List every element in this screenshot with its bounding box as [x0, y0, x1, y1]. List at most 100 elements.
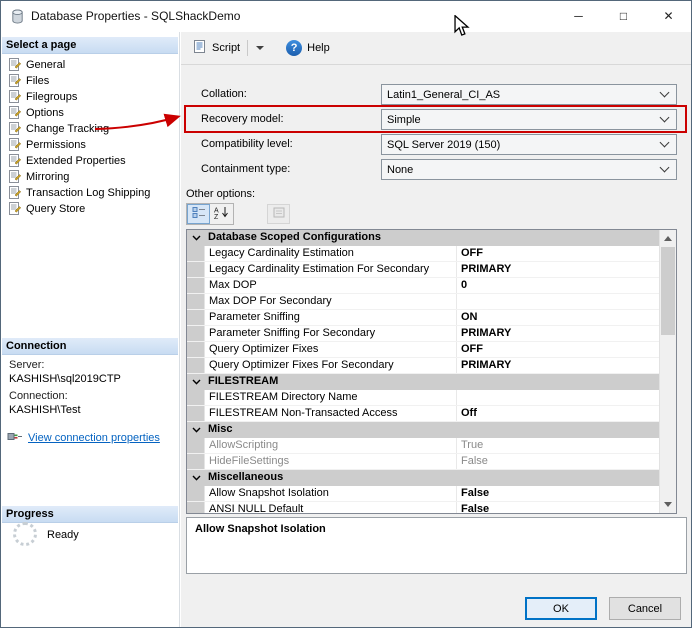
- script-page-icon: [8, 74, 21, 88]
- sidebar-item-label: Query Store: [26, 203, 85, 215]
- scroll-thumb[interactable]: [661, 247, 675, 335]
- property-value[interactable]: OFF: [457, 342, 659, 357]
- sidebar-item-general[interactable]: General: [3, 57, 177, 73]
- grid-row-parameter-sniffing-for-secondary[interactable]: Parameter Sniffing For SecondaryPRIMARY: [187, 326, 659, 342]
- cancel-button[interactable]: Cancel: [609, 597, 681, 620]
- grid-row-legacy-cardinality-estimation[interactable]: Legacy Cardinality EstimationOFF: [187, 246, 659, 262]
- property-name: Legacy Cardinality Estimation: [205, 246, 457, 261]
- grid-row-allow-snapshot-isolation[interactable]: Allow Snapshot IsolationFalse: [187, 486, 659, 502]
- connection-properties-icon: [7, 430, 23, 446]
- containment-type-dropdown[interactable]: None: [381, 159, 677, 180]
- help-button[interactable]: ? Help: [280, 36, 336, 60]
- collation-dropdown[interactable]: Latin1_General_CI_AS: [381, 84, 677, 105]
- category-label: Database Scoped Configurations: [205, 230, 381, 246]
- sidebar-item-mirroring[interactable]: Mirroring: [3, 169, 177, 185]
- grid-row-max-dop-for-secondary[interactable]: Max DOP For Secondary: [187, 294, 659, 310]
- sidebar-item-query-store[interactable]: Query Store: [3, 201, 177, 217]
- main-panel: Script ? Help Collation: Latin1_General_…: [181, 32, 691, 627]
- collapse-chevron-icon[interactable]: [187, 470, 205, 486]
- grid-row-max-dop[interactable]: Max DOP0: [187, 278, 659, 294]
- category-label: FILESTREAM: [205, 374, 278, 390]
- grid-row-ansi-null-default[interactable]: ANSI NULL DefaultFalse: [187, 502, 659, 513]
- script-page-icon: [8, 122, 21, 136]
- sidebar-item-extended-properties[interactable]: Extended Properties: [3, 153, 177, 169]
- collapse-chevron-icon[interactable]: [187, 422, 205, 438]
- close-button[interactable]: ✕: [646, 1, 691, 31]
- minimize-button[interactable]: ─: [556, 1, 601, 31]
- sidebar-item-change-tracking[interactable]: Change Tracking: [3, 121, 177, 137]
- scroll-down-icon[interactable]: [660, 496, 676, 513]
- script-button[interactable]: Script: [187, 36, 270, 60]
- row-gutter: [187, 502, 205, 513]
- containment-type-value: None: [382, 164, 661, 176]
- script-button-label: Script: [212, 42, 240, 54]
- script-page-icon: [8, 90, 21, 104]
- property-value[interactable]: PRIMARY: [457, 326, 659, 341]
- property-description-panel: Allow Snapshot Isolation: [186, 517, 687, 574]
- alphabetical-sort-button[interactable]: AZ: [210, 204, 233, 224]
- property-value[interactable]: False: [457, 486, 659, 501]
- grid-row-hidefilesettings[interactable]: HideFileSettingsFalse: [187, 454, 659, 470]
- collapse-chevron-icon[interactable]: [187, 374, 205, 390]
- property-value[interactable]: False: [457, 454, 659, 469]
- grid-row-query-optimizer-fixes[interactable]: Query Optimizer FixesOFF: [187, 342, 659, 358]
- sidebar-item-options[interactable]: Options: [3, 105, 177, 121]
- collation-label: Collation:: [201, 84, 247, 105]
- grid-row-filestream-non-transacted-access[interactable]: FILESTREAM Non-Transacted AccessOff: [187, 406, 659, 422]
- property-value[interactable]: [457, 294, 659, 309]
- property-grid: Database Scoped ConfigurationsLegacy Car…: [186, 229, 677, 514]
- grid-row-legacy-cardinality-estimation-for-secondary[interactable]: Legacy Cardinality Estimation For Second…: [187, 262, 659, 278]
- collapse-chevron-icon[interactable]: [187, 230, 205, 246]
- window-title: Database Properties - SQLShackDemo: [31, 9, 240, 23]
- property-value[interactable]: [457, 390, 659, 405]
- grid-category-database-scoped-configurations[interactable]: Database Scoped Configurations: [187, 230, 659, 246]
- categorized-view-button[interactable]: [187, 204, 210, 224]
- property-value[interactable]: OFF: [457, 246, 659, 261]
- grid-row-allowscripting[interactable]: AllowScriptingTrue: [187, 438, 659, 454]
- row-gutter: [187, 262, 205, 277]
- grid-category-filestream[interactable]: FILESTREAM: [187, 374, 659, 390]
- titlebar[interactable]: Database Properties - SQLShackDemo ─ □ ✕: [1, 1, 691, 31]
- grid-category-miscellaneous[interactable]: Miscellaneous: [187, 470, 659, 486]
- property-value[interactable]: False: [457, 502, 659, 513]
- grid-row-parameter-sniffing[interactable]: Parameter SniffingON: [187, 310, 659, 326]
- sidebar-item-permissions[interactable]: Permissions: [3, 137, 177, 153]
- sidebar-item-label: Files: [26, 75, 49, 87]
- sidebar-item-label: Options: [26, 107, 64, 119]
- database-properties-window: Database Properties - SQLShackDemo ─ □ ✕…: [0, 0, 692, 628]
- property-name: HideFileSettings: [205, 454, 457, 469]
- recovery-model-dropdown[interactable]: Simple: [381, 109, 677, 130]
- property-value[interactable]: PRIMARY: [457, 358, 659, 373]
- view-connection-properties-link[interactable]: View connection properties: [28, 432, 160, 444]
- property-value[interactable]: True: [457, 438, 659, 453]
- property-value[interactable]: PRIMARY: [457, 262, 659, 277]
- row-gutter: [187, 326, 205, 341]
- script-page-icon: [8, 138, 21, 152]
- property-value[interactable]: 0: [457, 278, 659, 293]
- property-value[interactable]: ON: [457, 310, 659, 325]
- chevron-down-icon: [660, 113, 670, 123]
- property-name: Max DOP For Secondary: [205, 294, 457, 309]
- property-pages-button[interactable]: [267, 204, 290, 224]
- grid-row-filestream-directory-name[interactable]: FILESTREAM Directory Name: [187, 390, 659, 406]
- sidebar-item-label: Transaction Log Shipping: [26, 187, 150, 199]
- property-name: Allow Snapshot Isolation: [205, 486, 457, 501]
- sidebar-item-files[interactable]: Files: [3, 73, 177, 89]
- recovery-model-label: Recovery model:: [201, 109, 284, 130]
- ok-button[interactable]: OK: [525, 597, 597, 620]
- sort-alpha-icon: AZ: [214, 206, 229, 222]
- compatibility-level-dropdown[interactable]: SQL Server 2019 (150): [381, 134, 677, 155]
- grid-row-query-optimizer-fixes-for-secondary[interactable]: Query Optimizer Fixes For SecondaryPRIMA…: [187, 358, 659, 374]
- sidebar-item-transaction-log-shipping[interactable]: Transaction Log Shipping: [3, 185, 177, 201]
- sidebar-item-filegroups[interactable]: Filegroups: [3, 89, 177, 105]
- scroll-up-icon[interactable]: [660, 230, 676, 247]
- sidebar-item-label: Permissions: [26, 139, 86, 151]
- property-value[interactable]: Off: [457, 406, 659, 421]
- maximize-button[interactable]: □: [601, 1, 646, 31]
- progress-status: Ready: [47, 529, 79, 541]
- row-gutter: [187, 342, 205, 357]
- grid-scrollbar[interactable]: [659, 230, 676, 513]
- sidebar-item-label: Extended Properties: [26, 155, 126, 167]
- grid-category-misc[interactable]: Misc: [187, 422, 659, 438]
- property-name: FILESTREAM Directory Name: [205, 390, 457, 405]
